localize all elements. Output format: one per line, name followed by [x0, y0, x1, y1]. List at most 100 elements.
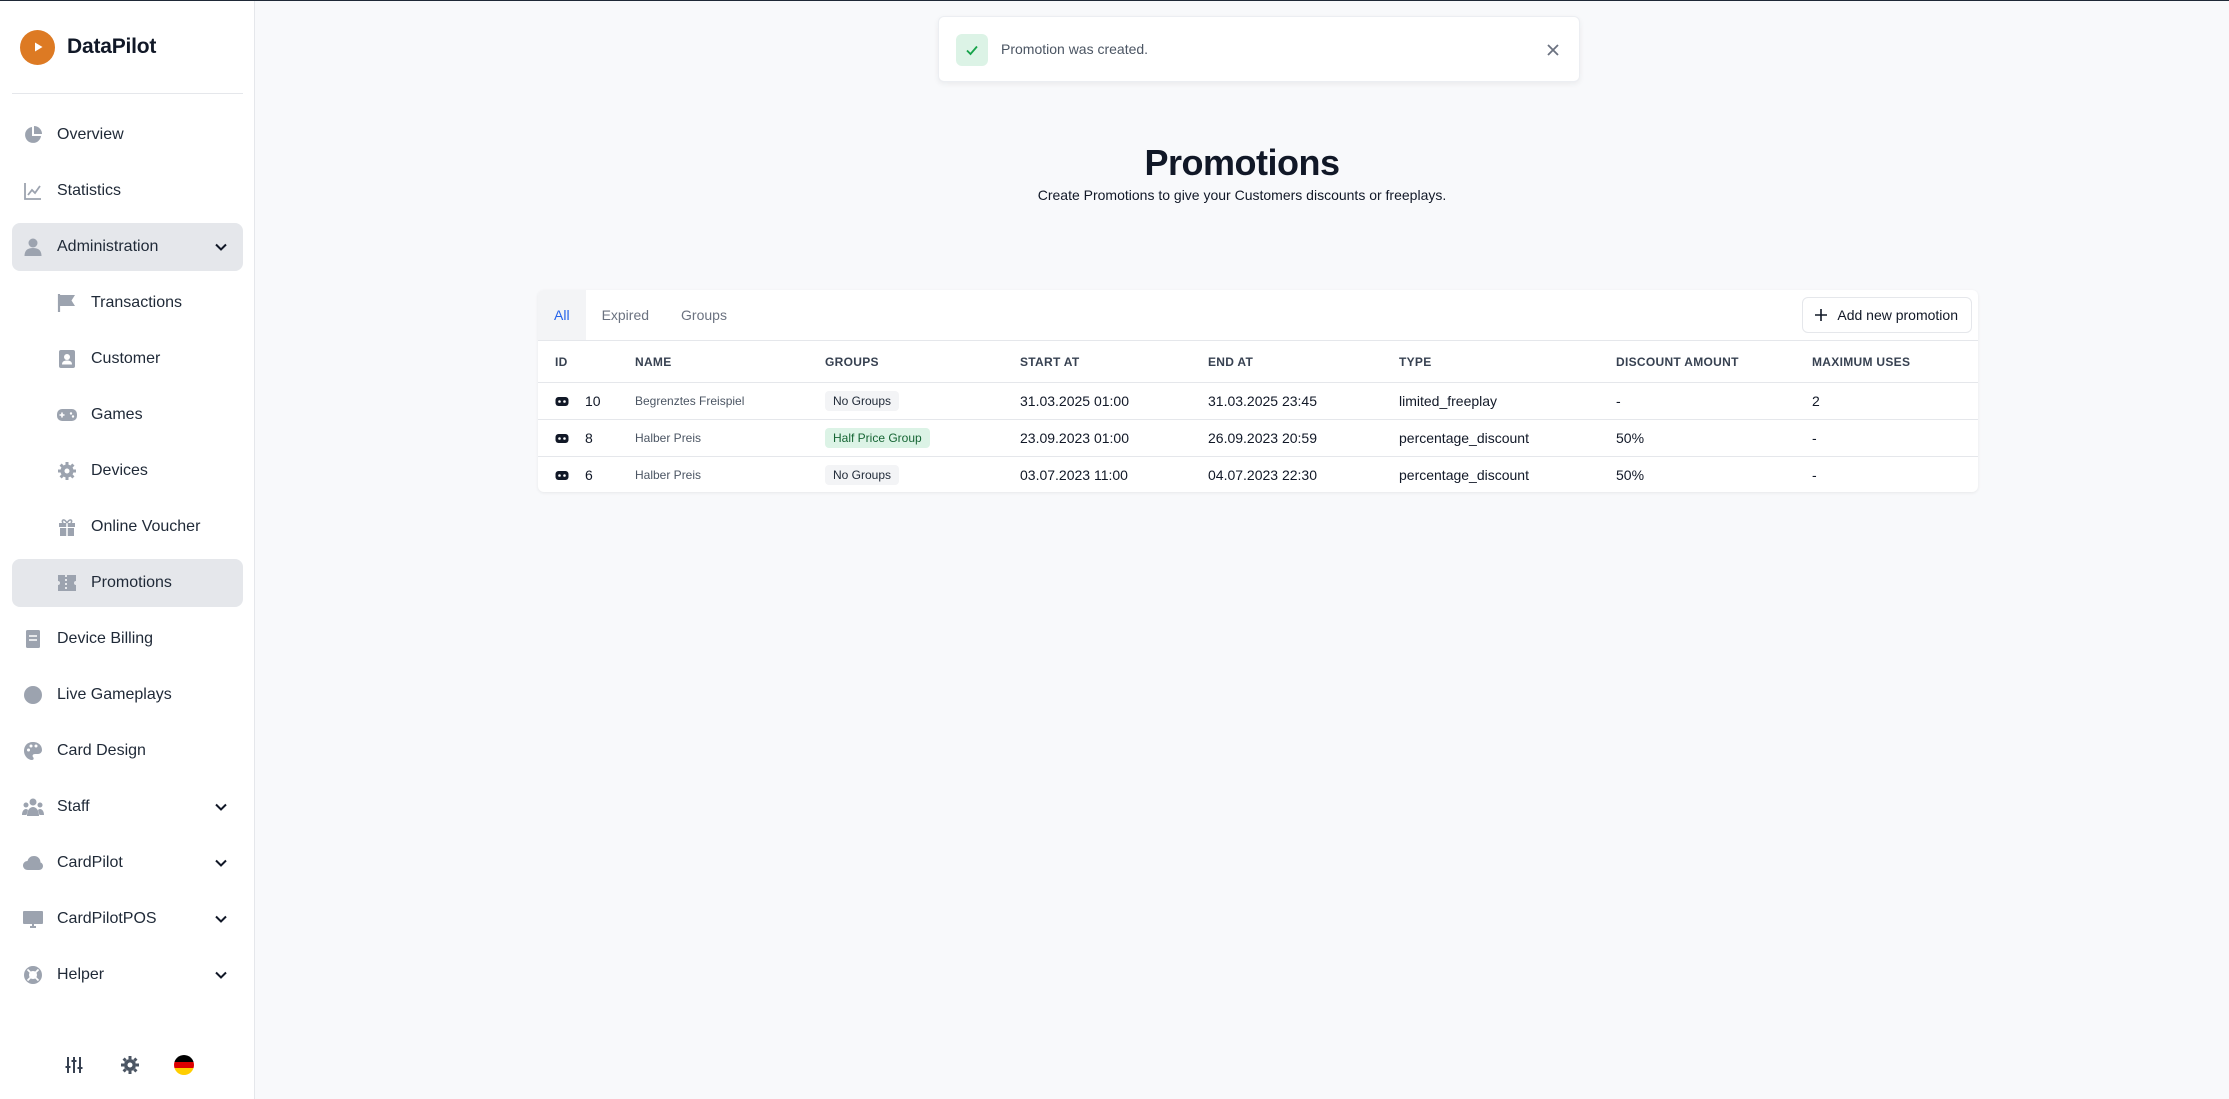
sidebar-item-cardpilot[interactable]: CardPilot [12, 839, 243, 887]
row-type: limited_freeplay [1399, 382, 1616, 420]
sidebar-item-label: Administration [57, 238, 159, 255]
ticket-icon [56, 572, 78, 594]
table-row[interactable]: 8 Halber Preis Half Price Group 23.09.20… [538, 419, 1978, 457]
tab-all[interactable]: All [538, 290, 586, 340]
column-header-id[interactable]: ID [538, 340, 635, 383]
promotions-table: ID NAME GROUPS START AT END AT TYPE DISC… [538, 340, 1978, 494]
lifebuoy-icon [22, 964, 44, 986]
row-start-at: 03.07.2023 11:00 [1020, 467, 1128, 484]
column-header-type[interactable]: TYPE [1399, 340, 1616, 383]
palette-icon [22, 740, 44, 762]
page-subtitle: Create Promotions to give your Customers… [1037, 187, 1447, 203]
sidebar-item-transactions[interactable]: Transactions [12, 279, 243, 327]
sidebar-item-device-billing[interactable]: Device Billing [12, 615, 243, 663]
success-toast: Promotion was created. [938, 16, 1580, 82]
row-max-uses: - [1812, 419, 1978, 457]
id-wrap: 10 [555, 393, 635, 409]
sidebar-item-online-voucher[interactable]: Online Voucher [12, 503, 243, 551]
sidebar-item-staff[interactable]: Staff [12, 783, 243, 831]
brand[interactable]: DataPilot [20, 29, 156, 65]
plus-icon [1815, 309, 1828, 321]
sidebar-item-administration[interactable]: Administration [12, 223, 243, 271]
column-header-start-at[interactable]: START AT [1020, 340, 1208, 383]
close-icon[interactable] [1544, 41, 1562, 59]
settings-icon[interactable] [119, 1054, 141, 1076]
sidebar-item-helper[interactable]: Helper [12, 951, 243, 999]
sidebar-item-label: Online Voucher [91, 518, 201, 535]
row-start-at: 31.03.2025 01:00 [1020, 382, 1208, 420]
contact-card-icon [56, 348, 78, 370]
gamepad-icon [555, 470, 569, 480]
sidebar-item-label: Card Design [57, 742, 146, 759]
sidebar-item-card-design[interactable]: Card Design [12, 727, 243, 775]
sidebar-item-games[interactable]: Games [12, 391, 243, 439]
page-title: Promotions [1144, 142, 1340, 183]
cloud-icon [22, 852, 44, 874]
tab-groups[interactable]: Groups [665, 290, 743, 340]
group-badge: No Groups [825, 391, 900, 411]
document-icon [22, 628, 44, 650]
row-id: 6 [585, 467, 593, 484]
sidebar-item-statistics[interactable]: Statistics [12, 167, 243, 215]
column-header-discount-amount[interactable]: DISCOUNT AMOUNT [1616, 340, 1812, 383]
chevron-down-icon [215, 971, 227, 979]
row-name: Begrenztes Freispiel [635, 382, 825, 420]
gamepad-icon [56, 404, 78, 426]
sidebar-item-label: Promotions [91, 574, 172, 591]
row-name: Halber Preis [635, 419, 825, 457]
row-id: 8 [585, 430, 593, 446]
sidebar-item-overview[interactable]: Overview [12, 111, 243, 159]
tab-expired[interactable]: Expired [586, 290, 665, 340]
monitor-icon [22, 908, 44, 930]
table-row[interactable]: 10 Begrenztes Freispiel No Groups 31.03.… [538, 382, 1978, 420]
sidebar-footer [0, 1049, 255, 1081]
add-promotion-button[interactable]: Add new promotion [1802, 297, 1972, 333]
play-logo-icon [20, 29, 55, 65]
pie-chart-icon [22, 124, 44, 146]
sidebar-item-cardpilotpos[interactable]: CardPilotPOS [12, 895, 243, 943]
groups-cell: No Groups [825, 382, 1020, 420]
table-header-row: ID NAME GROUPS START AT END AT TYPE DISC… [538, 340, 1978, 383]
sidebar-item-live-gameplays[interactable]: Live Gameplays [12, 671, 243, 719]
users-icon [22, 796, 44, 818]
row-discount: - [1616, 382, 1812, 420]
cog-icon [56, 460, 78, 482]
sidebar-item-label: Customer [91, 350, 161, 367]
sidebar-item-label: Helper [57, 966, 105, 983]
row-discount: 50% [1616, 467, 1645, 484]
groups-cell: Half Price Group [825, 419, 1020, 457]
app-name: DataPilot [67, 35, 157, 58]
table-row[interactable]: 6 Halber Preis No Groups 03.07.2023 11:0… [538, 457, 1978, 494]
sidebar-item-customer[interactable]: Customer [12, 335, 243, 383]
gamepad-icon [555, 433, 569, 443]
id-cell: 6 [538, 457, 635, 494]
toast-message: Promotion was created. [1001, 41, 1149, 57]
id-cell: 8 [538, 419, 635, 457]
divider [12, 93, 243, 94]
sidebar: DataPilot Overview Statistics Administra… [0, 1, 255, 1099]
gamepad-icon [555, 396, 569, 406]
row-start-at: 23.09.2023 01:00 [1020, 419, 1208, 457]
sidebar-item-promotions[interactable]: Promotions [12, 559, 243, 607]
german-flag-icon[interactable] [173, 1054, 195, 1076]
top-border [0, 0, 2229, 1]
add-promotion-label: Add new promotion [1837, 307, 1958, 323]
column-header-end-at[interactable]: END AT [1208, 340, 1399, 383]
sidebar-item-label: CardPilot [57, 854, 123, 871]
sidebar-item-label: Device Billing [57, 630, 154, 647]
sidebar-item-label: Overview [57, 126, 124, 143]
id-wrap: 8 [555, 430, 635, 446]
promotions-card: All Expired Groups Add new promotion ID … [538, 290, 1978, 492]
row-max-uses: - [1812, 467, 1817, 484]
tab-bar: All Expired Groups [538, 290, 743, 340]
row-type: percentage_discount [1399, 419, 1616, 457]
sidebar-item-label: Devices [91, 462, 148, 479]
sidebar-item-label: Statistics [57, 182, 122, 199]
sidebar-item-devices[interactable]: Devices [12, 447, 243, 495]
row-type: percentage_discount [1399, 467, 1529, 484]
sidebar-item-label: Games [91, 406, 143, 423]
column-header-name[interactable]: NAME [635, 340, 825, 383]
column-header-groups[interactable]: GROUPS [825, 340, 1020, 383]
sliders-icon[interactable] [63, 1054, 85, 1076]
column-header-maximum-uses[interactable]: MAXIMUM USES [1812, 340, 1978, 383]
